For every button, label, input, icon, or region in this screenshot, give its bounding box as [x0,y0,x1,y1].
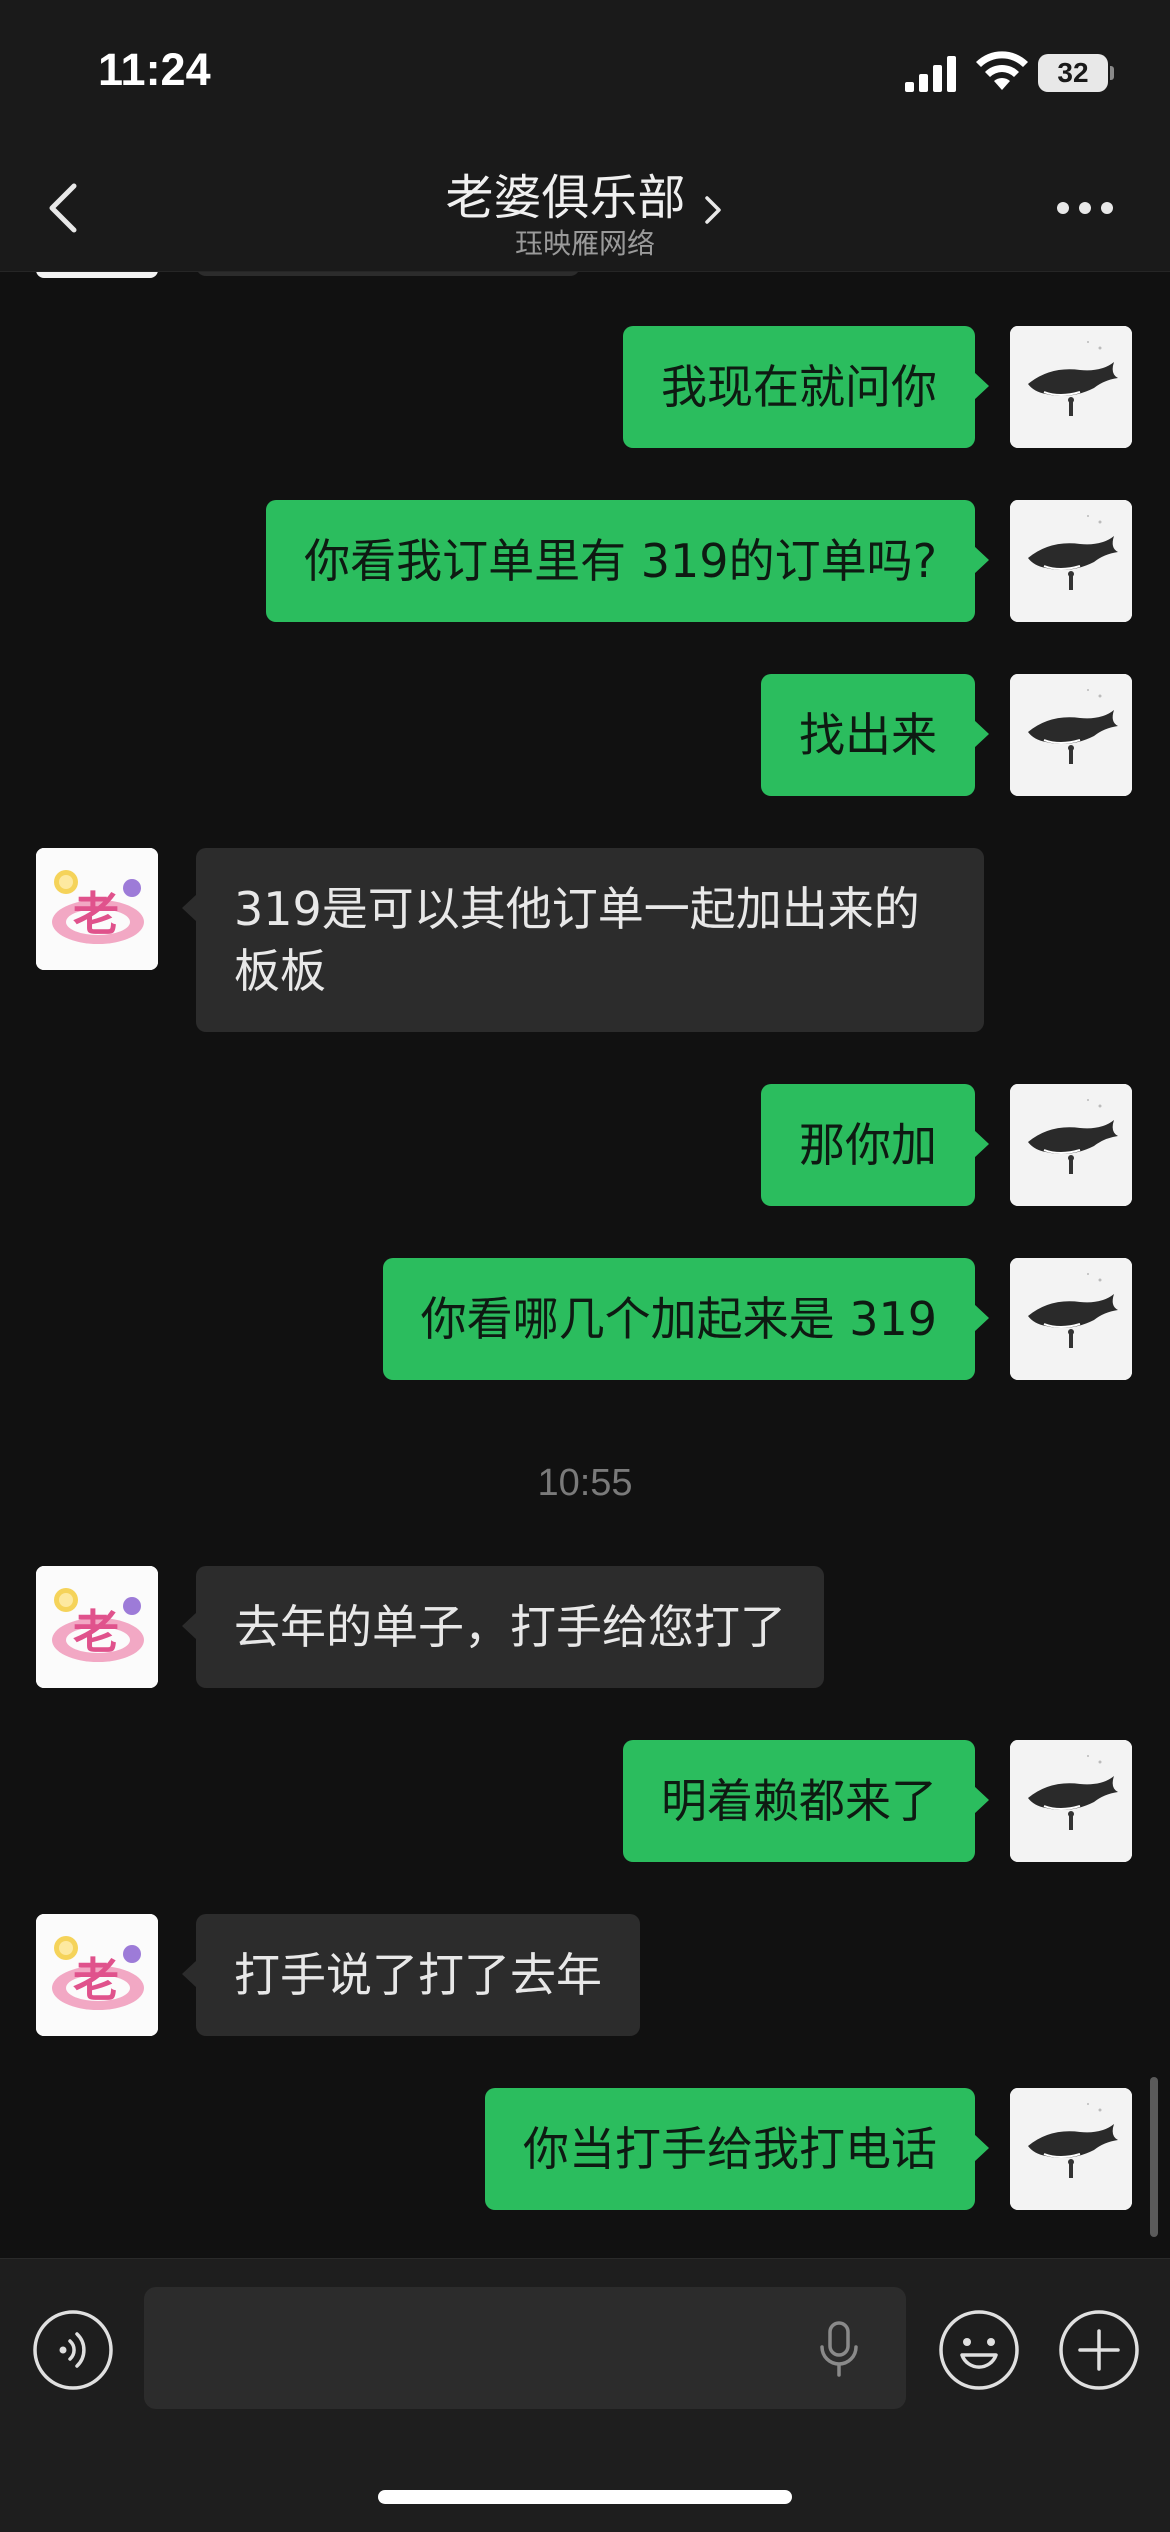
avatar[interactable] [1010,1084,1132,1206]
message-bubble[interactable]: 319是可以其他订单一起加出来的板板 [182,848,984,1032]
scrollbar[interactable] [1150,2077,1158,2237]
avatar[interactable] [1010,1740,1132,1862]
status-bar: 11:24 32 [0,0,1170,140]
mic-icon[interactable] [815,2319,863,2381]
message-timestamp: 10:55 [537,1462,633,1504]
avatar[interactable] [1010,674,1132,796]
avatar[interactable] [1010,326,1132,448]
svg-text:老: 老 [73,1953,119,2007]
more-icon[interactable] [1055,200,1115,216]
wifi-icon [976,51,1028,90]
message-bubble-partial [196,272,580,276]
home-indicator[interactable] [378,2490,792,2504]
avatar[interactable] [1010,1258,1132,1380]
avatar[interactable]: 老 [36,1566,158,1688]
message-bubble[interactable]: 那你加 [761,1084,989,1206]
message-bubble[interactable]: 明着赖都来了 [623,1740,989,1862]
message-bubble[interactable]: 我现在就问你 [623,326,989,448]
message-bubble[interactable]: 打手说了打了去年 [182,1914,640,2036]
svg-text:老: 老 [73,887,119,941]
avatar[interactable] [1010,500,1132,622]
chat-title-group[interactable]: 老婆俱乐部 [300,158,870,230]
message-bubble[interactable]: 你看我订单里有 319的订单吗? [266,500,989,622]
chat-subtitle: 珏映雁网络 [514,227,655,260]
avatar-partial [36,272,158,278]
chat-title: 老婆俱乐部 [445,170,686,226]
chat-header: 老婆俱乐部 珏映雁网络 [0,140,1170,272]
signal-icon [905,56,956,92]
message-bubble[interactable]: 你看哪几个加起来是 319 [382,1258,990,1380]
svg-text:老: 老 [73,1605,119,1659]
message-bubble[interactable]: 你当打手给我打电话 [485,2088,989,2210]
status-time: 11:24 [98,44,211,95]
back-icon[interactable] [40,178,90,238]
emoji-icon[interactable] [938,2309,1020,2391]
battery-icon: 32 [1038,54,1114,92]
avatar[interactable]: 老 [36,848,158,970]
battery-level: 32 [1057,57,1089,88]
avatar[interactable]: 老 [36,1914,158,2036]
voice-icon[interactable] [32,2309,114,2391]
avatar[interactable] [1010,2088,1132,2210]
message-list[interactable]: 我现在就问你 你看我订单里有 319的订单吗? 找出来 老 319是可以其他订单… [0,272,1170,2258]
message-bubble[interactable]: 找出来 [761,674,989,796]
message-bubble[interactable]: 去年的单子，打手给您打了 [182,1566,824,1688]
message-input[interactable] [144,2287,906,2409]
plus-icon[interactable] [1058,2309,1140,2391]
